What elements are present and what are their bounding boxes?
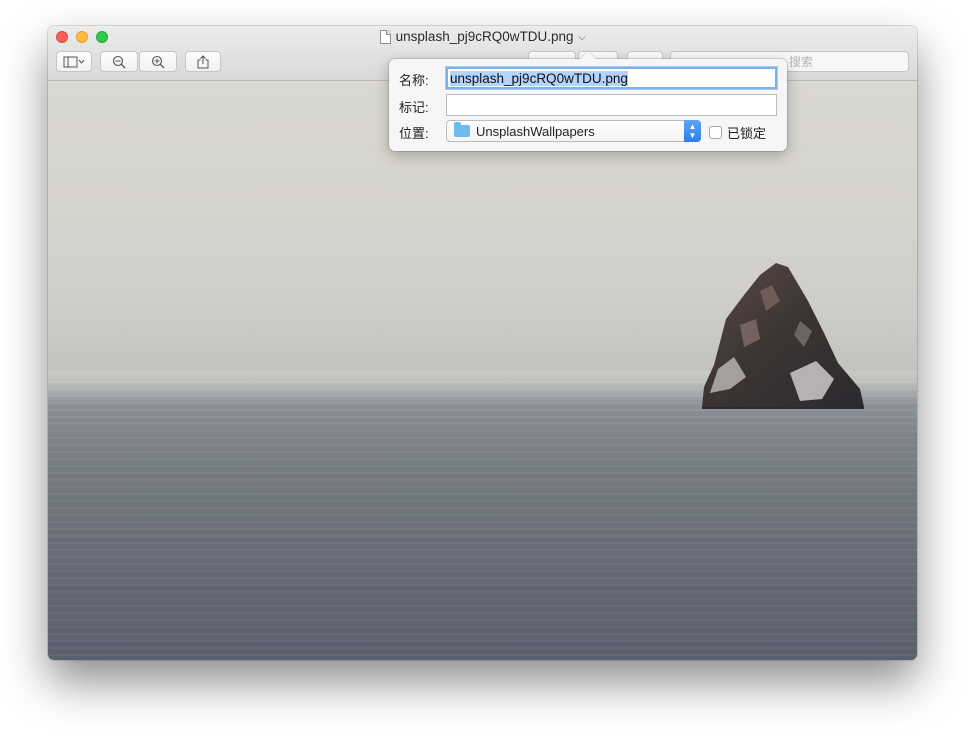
name-field[interactable]: unsplash_pj9cRQ0wTDU.png	[446, 67, 777, 89]
window-title-text: unsplash_pj9cRQ0wTDU.png	[395, 29, 574, 44]
sea-surface	[48, 381, 917, 660]
location-value: UnsplashWallpapers	[476, 123, 595, 139]
folder-icon	[454, 122, 470, 137]
tags-field[interactable]	[446, 94, 777, 116]
zoom-out-icon	[112, 55, 126, 68]
select-stepper-icon: ▲ ▼	[684, 120, 701, 142]
zoom-out-button[interactable]	[100, 51, 138, 72]
chevron-down-icon[interactable]: ⌵	[579, 32, 586, 43]
share-icon	[197, 54, 209, 68]
locked-label: 已锁定	[727, 126, 767, 141]
image-canvas[interactable]	[48, 81, 917, 660]
name-label: 名称:	[399, 73, 429, 88]
popover-arrow	[579, 51, 597, 60]
share-button[interactable]	[185, 51, 221, 72]
location-select[interactable]: UnsplashWallpapers ▲ ▼	[446, 120, 701, 142]
search-placeholder: 搜索	[789, 55, 814, 69]
locked-checkbox-group[interactable]: 已锁定	[709, 123, 766, 142]
sea-rock	[702, 263, 864, 409]
window-title[interactable]: unsplash_pj9cRQ0wTDU.png ⌵	[48, 29, 917, 44]
rename-popover: 名称: unsplash_pj9cRQ0wTDU.png 标记: 位置: Uns…	[389, 51, 787, 151]
sidebar-icon	[63, 56, 85, 67]
zoom-in-button[interactable]	[139, 51, 177, 72]
name-field-value: unsplash_pj9cRQ0wTDU.png	[450, 70, 628, 86]
tags-label: 标记:	[399, 100, 429, 115]
png-file-icon	[379, 29, 391, 44]
sidebar-toggle-button[interactable]	[56, 51, 92, 72]
locked-checkbox[interactable]	[709, 126, 722, 139]
zoom-in-icon	[151, 55, 165, 68]
location-label: 位置:	[399, 126, 429, 141]
